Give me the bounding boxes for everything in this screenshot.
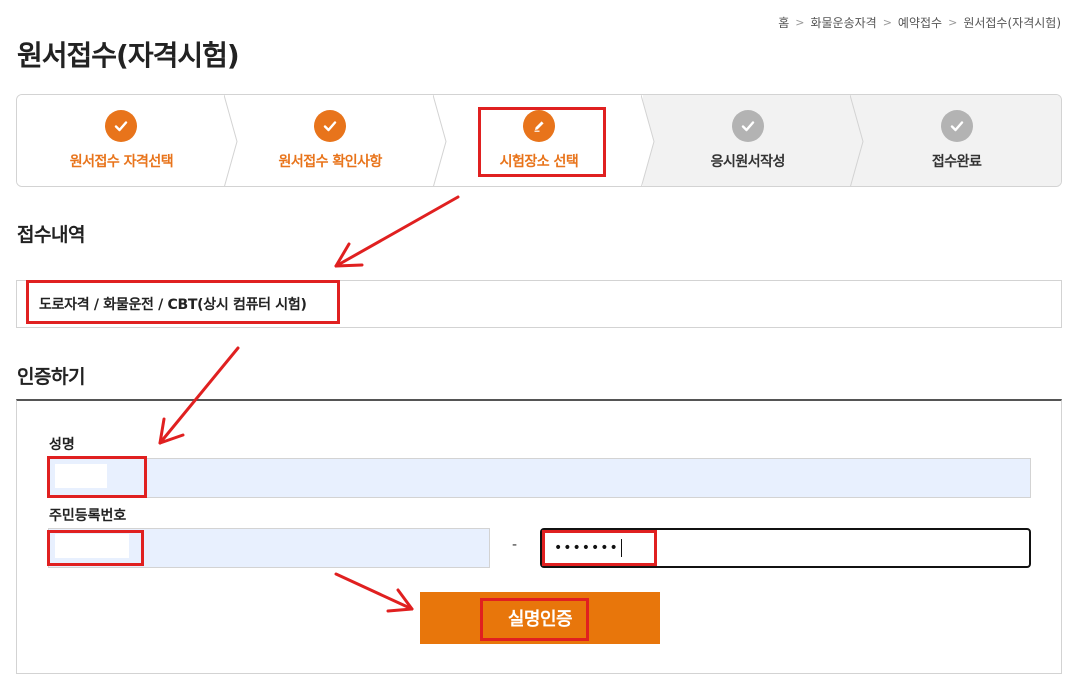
step-label: 시험장소 선택 <box>499 154 579 170</box>
breadcrumb: 홈 > 화물운송자격 > 예약접수 > 원서접수(자격시험) <box>778 14 1061 31</box>
rrn-back-value: ••••••• <box>554 540 619 556</box>
step-divider-chevron <box>223 95 238 186</box>
receipt-section-title: 접수내역 <box>17 224 85 246</box>
rrn-back-input[interactable]: ••••••• <box>540 528 1031 568</box>
chevron-right-icon: > <box>948 16 958 29</box>
breadcrumb-current: 원서접수(자격시험) <box>963 16 1061 30</box>
receipt-info-box: 도로자격 / 화물운전 / CBT(상시 컴퓨터 시험) <box>16 280 1062 328</box>
receipt-value: 도로자격 / 화물운전 / CBT(상시 컴퓨터 시험) <box>39 297 307 313</box>
step-select-qualification: 원서접수 자격선택 <box>17 95 238 186</box>
breadcrumb-home[interactable]: 홈 <box>778 14 789 31</box>
check-icon <box>105 110 138 142</box>
rrn-label: 주민등록번호 <box>49 508 127 524</box>
breadcrumb-cargo-license[interactable]: 화물운송자격 <box>810 14 876 31</box>
chevron-right-icon: > <box>795 16 805 29</box>
step-label: 응시원서작성 <box>710 154 786 170</box>
auth-form: 성명 주민등록번호 - ••••••• 실명인증 <box>16 399 1062 674</box>
rrn-separator: - <box>512 537 518 553</box>
name-input[interactable] <box>48 458 1031 498</box>
step-label: 접수완료 <box>931 154 982 170</box>
name-label: 성명 <box>49 437 75 453</box>
step-complete: 접수완료 <box>852 95 1061 186</box>
breadcrumb-reservation[interactable]: 예약접수 <box>898 14 942 31</box>
redacted-rrn-front <box>55 534 129 558</box>
step-label: 원서접수 자격선택 <box>69 154 174 170</box>
check-icon <box>731 110 764 142</box>
step-select-exam-site: 시험장소 선택 <box>434 95 655 186</box>
verify-name-button[interactable]: 실명인증 <box>420 592 660 644</box>
check-icon <box>940 110 973 142</box>
check-icon <box>314 110 347 142</box>
rrn-front-input[interactable] <box>48 528 490 568</box>
step-confirm-notice: 원서접수 확인사항 <box>225 95 447 186</box>
step-divider-chevron <box>641 95 655 186</box>
step-write-application: 응시원서작성 <box>643 95 864 186</box>
arrow-icon <box>334 195 460 268</box>
redacted-name <box>55 464 107 488</box>
step-divider-chevron <box>432 95 447 186</box>
progress-steps: 원서접수 자격선택 원서접수 확인사항 시험장소 선택 응시원서작성 접수완료 <box>16 94 1062 187</box>
pencil-icon <box>522 110 555 142</box>
chevron-right-icon: > <box>882 16 892 29</box>
step-label: 원서접수 확인사항 <box>278 154 382 170</box>
text-caret <box>620 539 622 557</box>
auth-section-title: 인증하기 <box>17 366 85 388</box>
step-divider-chevron <box>850 95 864 186</box>
page-title: 원서접수(자격시험) <box>17 39 240 72</box>
